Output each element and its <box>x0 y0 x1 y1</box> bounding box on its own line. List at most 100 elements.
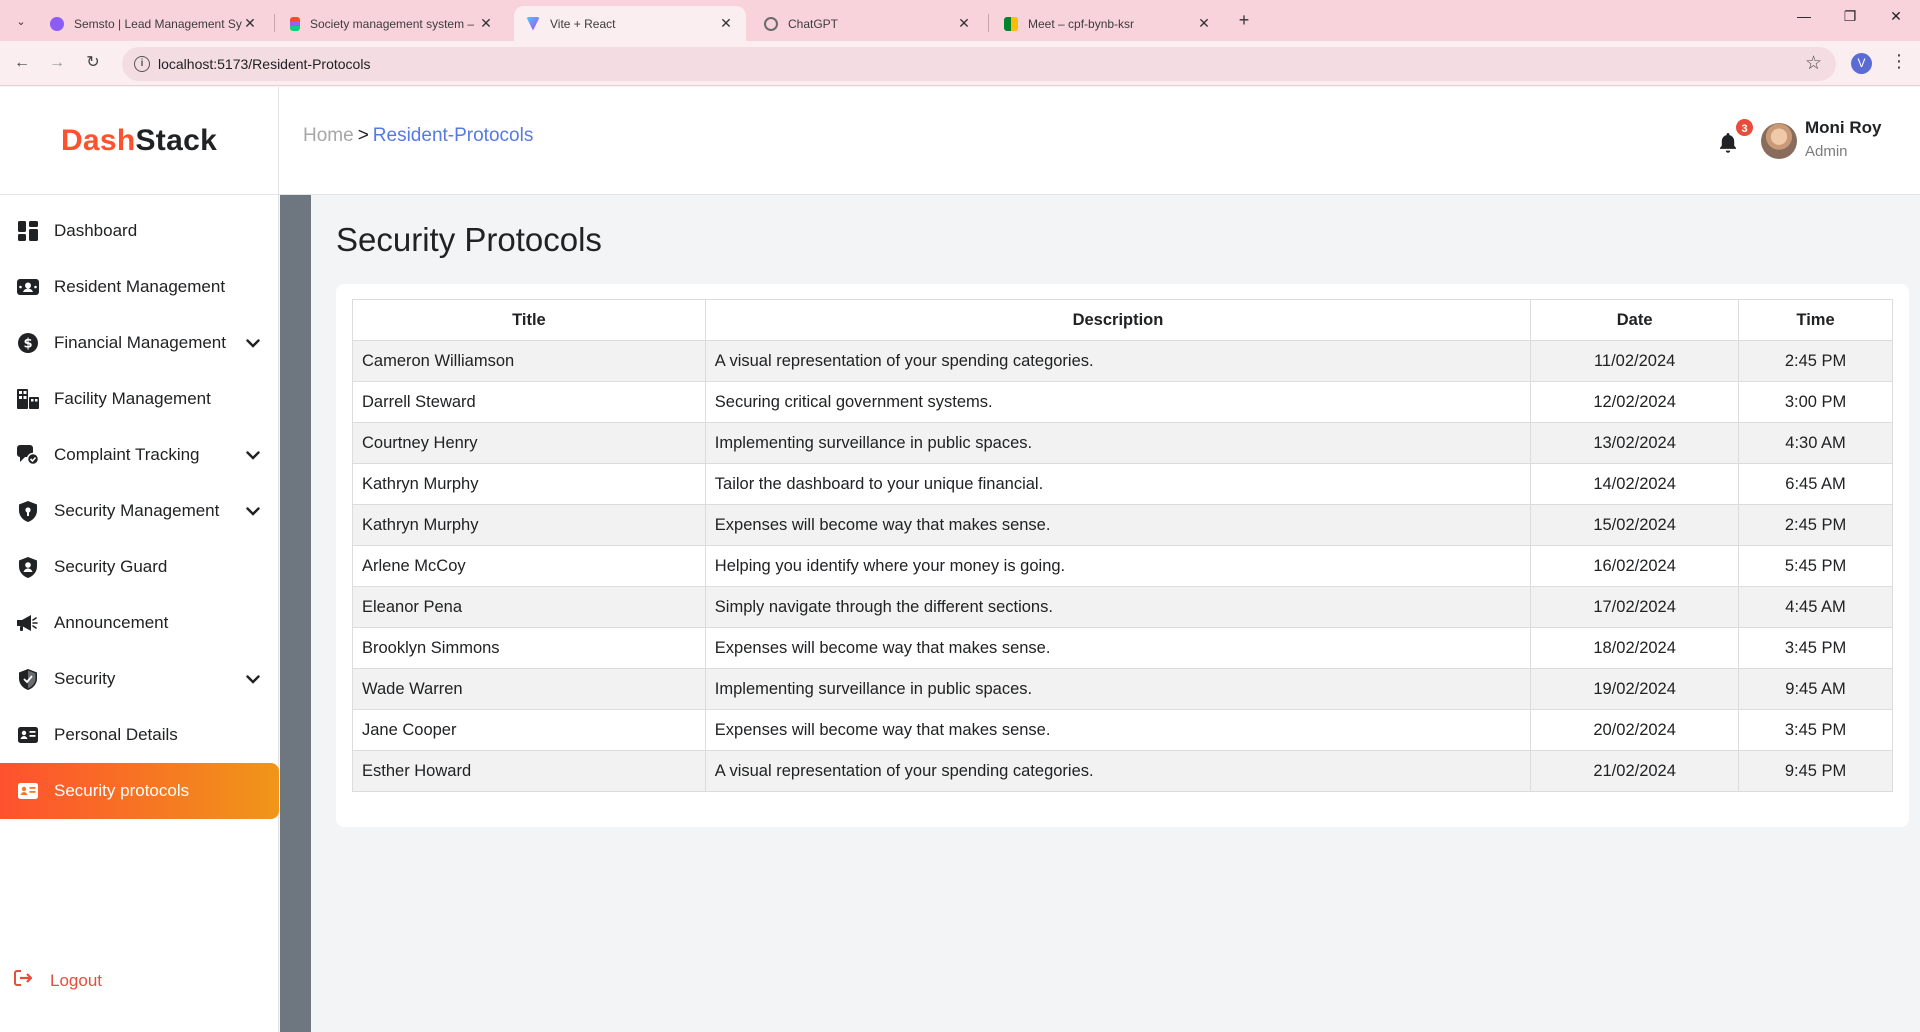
sidebar-item-label: Security protocols <box>54 781 190 800</box>
sidebar-item-label: Complaint Tracking <box>54 445 200 464</box>
tab-title: ChatGPT <box>788 16 839 31</box>
breadcrumb-home[interactable]: Home <box>303 125 354 146</box>
cell-time: 3:45 PM <box>1738 709 1893 751</box>
breadcrumb-separator: > <box>357 125 369 146</box>
forward-arrow-icon[interactable]: → <box>44 51 70 77</box>
table-header-row: Title Description Date Time <box>352 299 1893 341</box>
browser-tab[interactable]: Meet – cpf-bynb-ksr ✕ <box>992 6 1224 41</box>
figma-favicon-icon <box>290 16 300 31</box>
tab-divider <box>988 14 989 32</box>
semsto-favicon-icon <box>50 16 64 31</box>
restore-icon[interactable]: ❐ <box>1827 8 1873 32</box>
sidebar-item-security-protocols[interactable]: Security protocols <box>0 763 279 819</box>
cell-title: Eleanor Pena <box>352 586 706 628</box>
chevron-down-icon[interactable] <box>243 674 263 684</box>
brand-logo-part1: Dash <box>60 123 136 157</box>
shield-check-icon <box>16 667 40 691</box>
tab-title: Semsto | Lead Management Sy <box>74 16 242 31</box>
browser-tab[interactable]: Society management system – F ✕ <box>278 6 506 41</box>
reload-icon[interactable]: ↻ <box>80 51 106 77</box>
cell-date: 14/02/2024 <box>1530 463 1740 505</box>
cell-date: 21/02/2024 <box>1530 750 1740 792</box>
minimize-icon[interactable]: — <box>1781 8 1827 32</box>
brand-logo[interactable]: DashStack <box>61 124 217 158</box>
column-header-time: Time <box>1738 299 1893 341</box>
sidebar-item-facility-management[interactable]: Facility Management <box>0 371 279 427</box>
breadcrumb-current: Resident-Protocols <box>372 125 534 146</box>
url-field[interactable]: i localhost:5173/Resident-Protocols ☆ <box>122 47 1836 81</box>
shield-icon <box>16 499 40 523</box>
cell-date: 20/02/2024 <box>1530 709 1740 751</box>
bookmark-star-icon[interactable]: ☆ <box>1805 52 1822 75</box>
main-content: Security Protocols Title Description Dat… <box>311 195 1920 1032</box>
user-role: Admin <box>1805 143 1848 160</box>
sidebar-item-security[interactable]: Security <box>0 651 279 707</box>
window-close-icon[interactable]: ✕ <box>1873 8 1919 32</box>
sidebar-item-security-management[interactable]: Security Management <box>0 483 279 539</box>
brand-logo-part2: Stack <box>135 123 218 157</box>
sidebar: Dashboard Resident Management $ Financia… <box>0 195 279 1032</box>
sidebar-item-personal-details[interactable]: Personal Details <box>0 707 279 763</box>
close-icon[interactable]: ✕ <box>478 15 494 32</box>
cell-title: Courtney Henry <box>352 422 706 464</box>
cell-title: Jane Cooper <box>352 709 706 751</box>
sidebar-item-announcement[interactable]: Announcement <box>0 595 279 651</box>
chevron-down-icon[interactable] <box>243 450 263 460</box>
close-icon[interactable]: ✕ <box>956 15 972 32</box>
cell-title: Cameron Williamson <box>352 340 706 382</box>
chevron-down-icon[interactable] <box>243 338 263 348</box>
sidebar-item-security-guard[interactable]: Security Guard <box>0 539 279 595</box>
close-icon[interactable]: ✕ <box>718 15 734 32</box>
site-info-icon[interactable]: i <box>134 56 150 72</box>
building-icon <box>16 387 40 411</box>
browser-menu-icon[interactable]: ⋮ <box>1890 51 1908 72</box>
vite-favicon-icon <box>526 16 540 31</box>
logout-icon <box>14 970 34 991</box>
chevron-down-icon[interactable] <box>243 506 263 516</box>
profile-avatar[interactable]: V <box>1851 53 1872 74</box>
sidebar-item-label: Facility Management <box>54 389 211 408</box>
browser-tab-bar: ⌄ Semsto | Lead Management Sy ✕ Society … <box>0 0 1920 41</box>
table-row: Kathryn Murphy Tailor the dashboard to yo… <box>352 463 1893 505</box>
cell-title: Esther Howard <box>352 750 706 792</box>
svg-text:$: $ <box>23 337 32 352</box>
close-icon[interactable]: ✕ <box>242 15 258 32</box>
browser-tab[interactable]: ChatGPT ✕ <box>752 6 984 41</box>
new-tab-plus-icon[interactable]: + <box>1233 10 1255 32</box>
cell-time: 2:45 PM <box>1738 340 1893 382</box>
browser-tab-active[interactable]: Vite + React ✕ <box>514 6 746 41</box>
cell-description: Helping you identify where your money is… <box>704 545 1532 587</box>
cell-date: 17/02/2024 <box>1530 586 1740 628</box>
table-row: Courtney Henry Implementing surveillance … <box>352 422 1893 464</box>
app-root: DashStack Home > Resident-Protocols 3 Moni… <box>0 87 1920 1032</box>
dashboard-icon <box>16 219 40 243</box>
dollar-icon: $ <box>16 331 40 355</box>
back-arrow-icon[interactable]: ← <box>9 51 35 77</box>
cell-title: Wade Warren <box>352 668 706 710</box>
tab-title: Vite + React <box>550 16 616 31</box>
tab-search-chevron-icon[interactable]: ⌄ <box>10 10 32 32</box>
sidebar-item-complaint-tracking[interactable]: Complaint Tracking <box>0 427 279 483</box>
browser-tab[interactable]: Semsto | Lead Management Sy ✕ <box>38 6 270 41</box>
top-header: Home > Resident-Protocols 3 Moni Roy Admin <box>279 87 1920 195</box>
cell-time: 4:30 AM <box>1738 422 1893 464</box>
user-avatar[interactable] <box>1761 123 1797 159</box>
cell-description: Simply navigate through the different se… <box>704 586 1532 628</box>
logout-button[interactable]: Logout <box>14 970 102 991</box>
cell-description: A visual representation of your spending… <box>704 750 1532 792</box>
sidebar-item-resident-management[interactable]: Resident Management <box>0 259 279 315</box>
user-name[interactable]: Moni Roy <box>1805 118 1882 138</box>
table-row: Darrell Steward Securing critical governm… <box>352 381 1893 423</box>
cell-date: 16/02/2024 <box>1530 545 1740 587</box>
tab-title: Society management system – F <box>310 16 478 31</box>
browser-address-bar: ← → ↻ i localhost:5173/Resident-Protocol… <box>0 41 1920 86</box>
protocols-table: Title Description Date Time Cameron Will… <box>352 299 1893 792</box>
cell-time: 5:45 PM <box>1738 545 1893 587</box>
sidebar-item-financial-management[interactable]: $ Financial Management <box>0 315 279 371</box>
cell-time: 9:45 PM <box>1738 750 1893 792</box>
close-icon[interactable]: ✕ <box>1196 15 1212 32</box>
url-text[interactable]: localhost:5173/Resident-Protocols <box>158 56 370 72</box>
bell-icon <box>1720 133 1736 153</box>
sidebar-item-dashboard[interactable]: Dashboard <box>0 203 279 259</box>
table-row: Arlene McCoy Helping you identify where y… <box>352 545 1893 587</box>
